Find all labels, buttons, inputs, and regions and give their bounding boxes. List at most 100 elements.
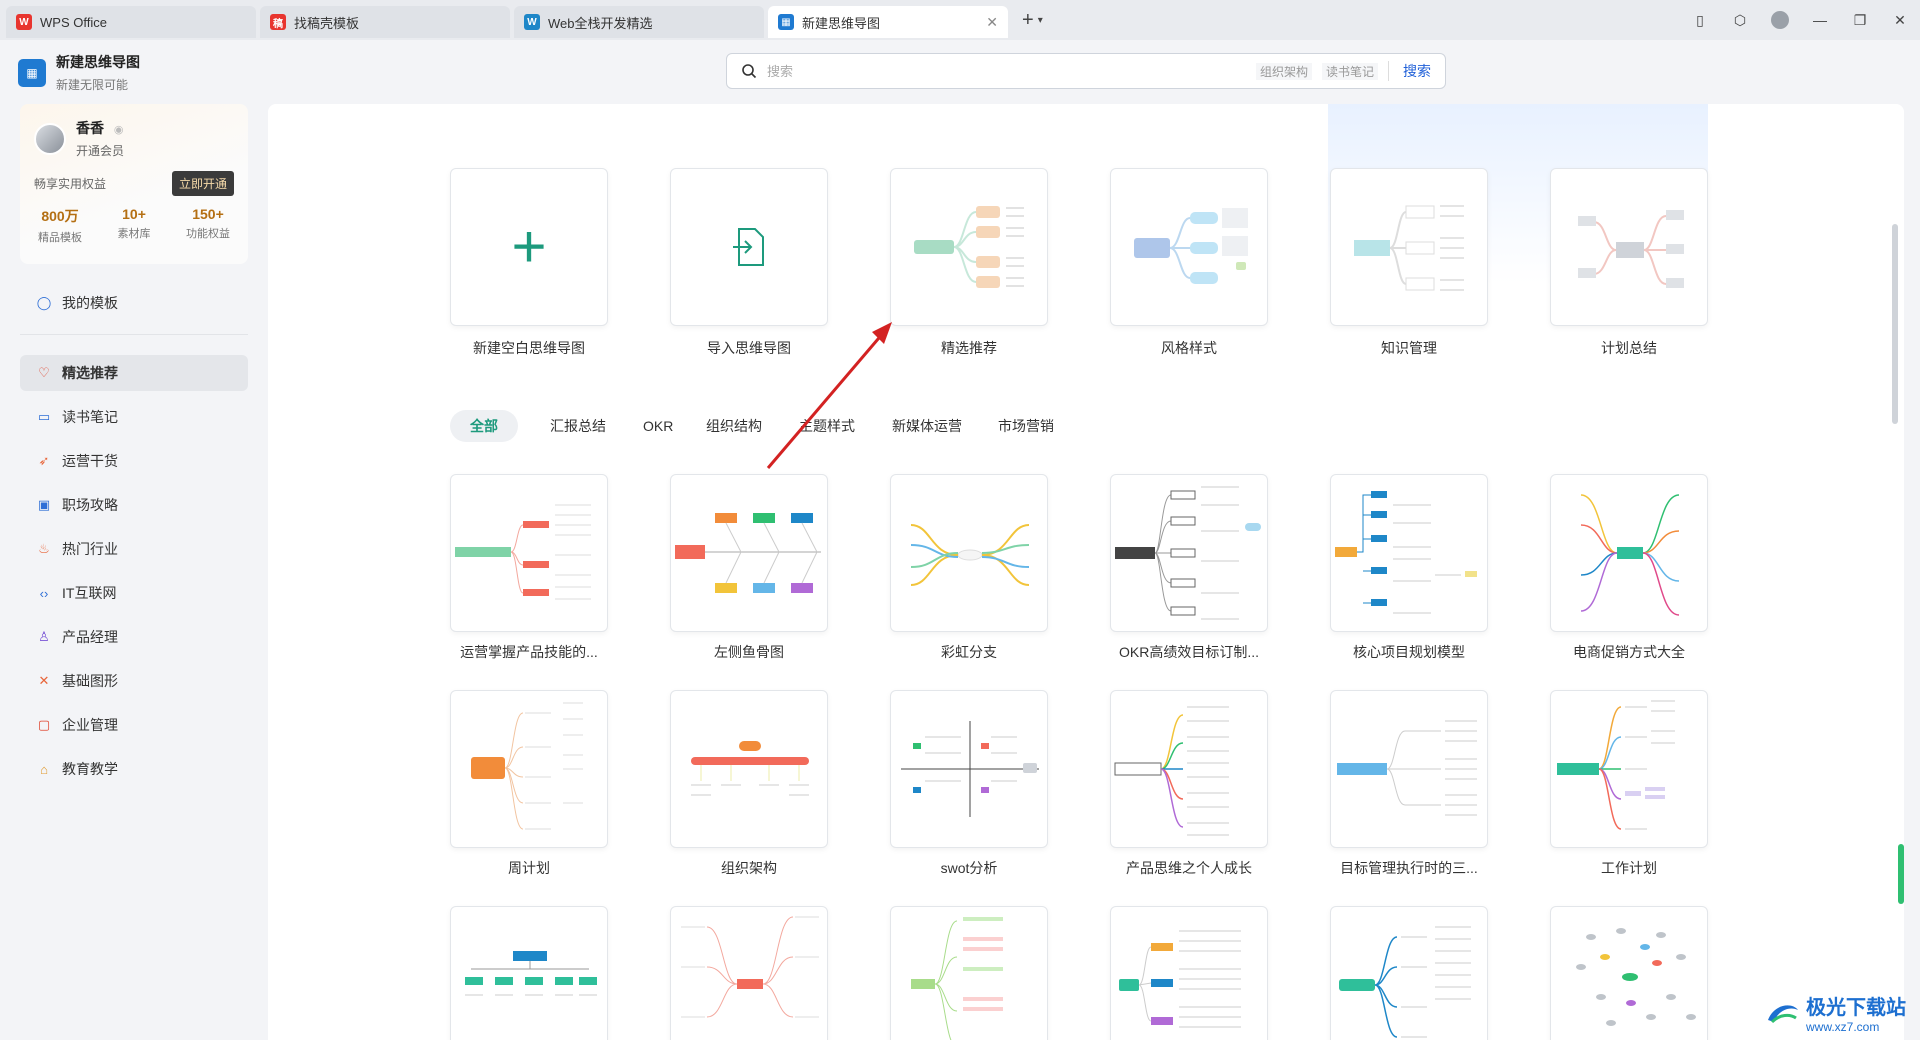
search-hint-reading[interactable]: 读书笔记: [1321, 62, 1378, 80]
filter-theme[interactable]: 主题样式: [779, 410, 875, 442]
mindmap-app-icon: ▦: [778, 14, 794, 30]
wps-logo-icon: W: [16, 14, 32, 30]
plan-summary-card[interactable]: [1550, 168, 1708, 326]
sidebar-item-shapes[interactable]: ✕ 基础图形: [20, 663, 248, 699]
template-card[interactable]: [1110, 906, 1268, 1040]
scrollbar[interactable]: [1892, 224, 1898, 424]
stat-label: 精品模板: [38, 232, 82, 244]
template-name: 彩虹分支: [941, 644, 997, 660]
template-name: 左侧鱼骨图: [714, 644, 784, 660]
template-card[interactable]: [450, 906, 608, 1040]
sidebar-item-enterprise[interactable]: ▢ 企业管理: [20, 707, 248, 743]
close-window-icon[interactable]: ✕: [1880, 0, 1920, 40]
plus-icon: +: [511, 213, 547, 280]
template-card[interactable]: [890, 690, 1048, 848]
featured-card[interactable]: [890, 168, 1048, 326]
filter-all[interactable]: 全部: [450, 410, 518, 442]
template-card[interactable]: [1330, 474, 1488, 632]
template-name: 核心项目规划模型: [1353, 644, 1465, 660]
template-card[interactable]: [670, 906, 828, 1040]
template-card[interactable]: [450, 690, 608, 848]
filter-newmedia[interactable]: 新媒体运营: [872, 410, 982, 442]
template-preview: [910, 524, 1030, 586]
window-controls: ▯ ⬡ — ❐ ✕: [1680, 0, 1920, 40]
template-name: 目标管理执行时的三...: [1340, 860, 1478, 876]
filter-report[interactable]: 汇报总结: [530, 410, 626, 442]
chevron-down-icon[interactable]: ▾: [1038, 15, 1043, 26]
tab-label: WPS Office: [40, 14, 107, 30]
search-hint-org[interactable]: 组织架构: [1255, 62, 1312, 80]
tab-web-doc[interactable]: W Web全栈开发精选: [514, 6, 764, 38]
sidebar-item-label: 企业管理: [62, 717, 118, 733]
template-preview: [1337, 720, 1477, 816]
restore-icon[interactable]: ❐: [1840, 0, 1880, 40]
import-mindmap-card[interactable]: [670, 168, 828, 326]
card-label: 知识管理: [1381, 340, 1437, 356]
sidebar-item-reading[interactable]: ▭ 读书笔记: [20, 399, 248, 435]
sidebar-item-career[interactable]: ▣ 职场攻略: [20, 487, 248, 523]
sidebar-item-education[interactable]: ⌂ 教育教学: [20, 751, 248, 787]
search-input[interactable]: [767, 63, 1246, 79]
template-preview: [455, 504, 591, 600]
template-card[interactable]: [890, 906, 1048, 1040]
tab-label: 找稿壳模板: [294, 15, 360, 31]
template-name: 产品思维之个人成长: [1126, 860, 1252, 876]
sidebar-item-it[interactable]: ‹› IT互联网: [20, 575, 248, 611]
sidebar-item-label: 精选推荐: [62, 365, 118, 381]
knowledge-card[interactable]: [1330, 168, 1488, 326]
new-blank-mindmap-card[interactable]: +: [450, 168, 608, 326]
tab-mindmap[interactable]: ▦ 新建思维导图 ✕: [768, 6, 1008, 38]
template-card[interactable]: [670, 474, 828, 632]
template-preview: [1119, 930, 1241, 1028]
template-card[interactable]: [1110, 690, 1268, 848]
sidebar-item-label: 读书笔记: [62, 409, 118, 425]
template-card[interactable]: [1550, 690, 1708, 848]
avatar[interactable]: [34, 122, 66, 155]
stat-materials[interactable]: 10+ 素材库: [118, 206, 151, 245]
template-preview: [1335, 491, 1477, 614]
open-membership-button[interactable]: 立即开通: [171, 171, 234, 196]
template-preview: [471, 702, 583, 830]
layout-icon[interactable]: ▯: [1680, 0, 1720, 40]
filter-org[interactable]: 组织结构: [686, 410, 782, 442]
filter-marketing[interactable]: 市场营销: [978, 410, 1074, 442]
sidebar-item-hot-industry[interactable]: ♨ 热门行业: [20, 531, 248, 567]
filter-okr[interactable]: OKR: [623, 410, 693, 442]
avatar-icon[interactable]: [1760, 0, 1800, 40]
sidebar-item-my-templates[interactable]: ◯ 我的模板: [20, 285, 248, 321]
cube-icon[interactable]: ⬡: [1720, 0, 1760, 40]
template-card[interactable]: [1110, 474, 1268, 632]
calendar-icon: ▢: [37, 717, 51, 732]
stat-features[interactable]: 150+ 功能权益: [186, 206, 230, 245]
search-button[interactable]: 搜索: [1388, 61, 1431, 81]
style-card[interactable]: [1110, 168, 1268, 326]
stat-label: 素材库: [117, 228, 151, 240]
template-card[interactable]: [1550, 906, 1708, 1040]
close-icon[interactable]: ✕: [986, 14, 998, 31]
sidebar-item-label: 产品经理: [62, 629, 118, 645]
member-card: 香香 ◉ 开通会员 畅享实用权益 立即开通 800万 精品模板 10+ 素材库 …: [20, 104, 248, 264]
scroll-indicator[interactable]: [1898, 844, 1904, 904]
add-tab-icon[interactable]: +: [1022, 9, 1034, 32]
template-card[interactable]: [450, 474, 608, 632]
user-name: 香香 ◉: [76, 118, 124, 138]
template-card[interactable]: [890, 474, 1048, 632]
template-card[interactable]: [1550, 474, 1708, 632]
sidebar-item-operations[interactable]: ➶ 运营干货: [20, 443, 248, 479]
shapes-icon: ✕: [38, 673, 50, 688]
import-icon: [733, 228, 764, 266]
sidebar-item-pm[interactable]: ♙ 产品经理: [20, 619, 248, 655]
mindmap-preview-icon: [1134, 208, 1248, 284]
card-label: 风格样式: [1161, 340, 1217, 356]
template-card[interactable]: [1330, 690, 1488, 848]
stat-templates[interactable]: 800万 精品模板: [38, 206, 82, 245]
tab-wps-office[interactable]: W WPS Office: [6, 6, 256, 38]
template-card[interactable]: [1330, 906, 1488, 1040]
tab-template[interactable]: 稿 找稿壳模板: [260, 6, 510, 38]
main-panel: + 新建空白思维导图 导入思维导图 精选推荐 风格样式 知识管理 计划总结 全部…: [268, 104, 1904, 1040]
template-name: 工作计划: [1601, 860, 1657, 876]
template-card[interactable]: [670, 690, 828, 848]
sidebar-item-featured[interactable]: ♡ 精选推荐: [20, 355, 248, 391]
app-title: 新建思维导图: [56, 54, 140, 70]
minimize-icon[interactable]: —: [1800, 0, 1840, 40]
